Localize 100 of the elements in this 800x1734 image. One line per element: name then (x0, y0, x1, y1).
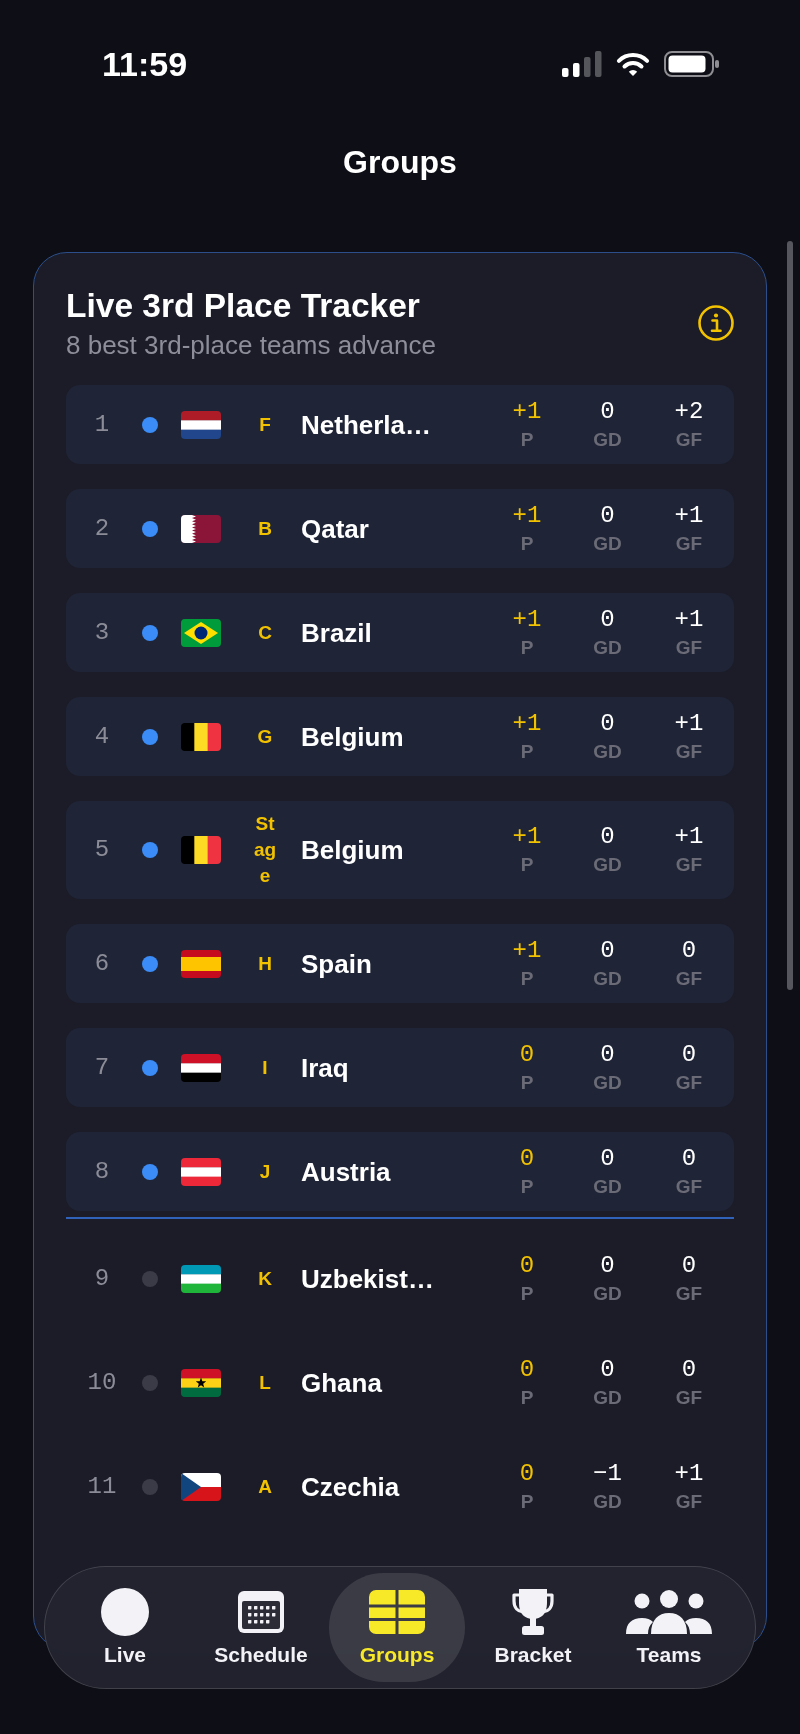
flag-icon (181, 1472, 221, 1501)
group-label: Stage (253, 812, 277, 888)
stat-value: 0 (681, 1145, 697, 1172)
stat-value: 0 (519, 1145, 535, 1172)
nav-tab[interactable]: Live (57, 1573, 193, 1682)
stat-value: 0 (519, 1356, 535, 1383)
flag-icon (181, 949, 221, 978)
stat-value: 0 (600, 398, 615, 425)
stat-value: 0 (519, 1252, 535, 1279)
stat-label: P (520, 636, 534, 659)
stat-label: GF (675, 1071, 703, 1094)
card-subtitle: 8 best 3rd-place teams advance (66, 330, 436, 360)
people-icon (625, 1590, 713, 1634)
stat-label: P (520, 428, 534, 451)
card-title: Live 3rd Place Tracker (66, 286, 420, 325)
stat-label: GF (675, 740, 703, 763)
info-icon[interactable] (698, 305, 734, 341)
stat-label: GD (593, 1490, 622, 1513)
rank-number: 9 (94, 1264, 110, 1293)
stat-value: 0 (600, 1252, 615, 1279)
trophy-icon (510, 1588, 556, 1636)
rank-number: 4 (94, 722, 110, 751)
group-label: G (257, 724, 273, 749)
group-label: L (259, 1370, 271, 1395)
nav-tab[interactable]: Bracket (465, 1573, 601, 1682)
stat-value: +1 (512, 398, 542, 425)
stat-value: +1 (674, 710, 704, 737)
flag-icon (181, 1053, 221, 1082)
stat-label: GD (593, 967, 622, 990)
stat-label: P (520, 1490, 534, 1513)
team-name: Ghana (301, 1366, 382, 1399)
group-label: I (262, 1055, 268, 1080)
flag-icon (181, 1264, 221, 1293)
grid-icon (369, 1590, 425, 1634)
team-name: Spain (301, 947, 372, 980)
rank-number: 2 (94, 514, 110, 543)
group-label: C (258, 620, 272, 645)
flag-icon (181, 410, 221, 439)
stat-label: GF (675, 1490, 703, 1513)
team-name: Netherla… (301, 408, 432, 441)
stat-value: +1 (674, 1460, 704, 1487)
group-label: A (258, 1474, 272, 1499)
stat-value: +1 (512, 937, 542, 964)
stat-value: +1 (674, 502, 704, 529)
stat-label: GF (675, 854, 703, 876)
stat-value: +2 (674, 398, 704, 425)
stat-label: GD (593, 428, 622, 451)
stat-value: 0 (600, 937, 615, 964)
flag-icon (181, 618, 221, 647)
rank-number: 3 (94, 618, 110, 647)
stat-label: P (520, 967, 534, 990)
group-label: F (259, 412, 271, 437)
stat-value: 0 (681, 1252, 697, 1279)
stat-label: P (520, 740, 534, 763)
stat-label: GD (593, 1386, 622, 1409)
nav-tab[interactable]: Groups (329, 1573, 465, 1682)
stat-label: GF (675, 428, 703, 451)
stat-value: 0 (600, 502, 615, 529)
stat-label: P (520, 854, 534, 876)
page-title: Groups (343, 143, 457, 182)
stat-label: GD (593, 636, 622, 659)
stat-label: GD (593, 1175, 622, 1198)
stat-label: GD (593, 1071, 622, 1094)
stat-label: GF (675, 1175, 703, 1198)
stat-label: P (520, 1071, 534, 1094)
team-name: Belgium (301, 720, 404, 753)
group-label: K (258, 1266, 272, 1291)
stat-value: 0 (600, 1356, 615, 1383)
group-label: H (258, 951, 272, 976)
stat-value: +1 (674, 606, 704, 633)
team-name: Qatar (301, 512, 369, 545)
stat-value: 0 (681, 1356, 697, 1383)
rank-number: 5 (94, 836, 110, 864)
rank-number: 6 (94, 949, 110, 978)
team-name: Uzbekist… (301, 1262, 434, 1295)
flag-icon (181, 836, 221, 864)
flag-icon (181, 722, 221, 751)
battery-icon (664, 51, 720, 77)
stat-value: 0 (600, 1041, 615, 1068)
stat-value: +1 (512, 824, 542, 850)
status-time: 11:59 (102, 44, 188, 84)
stat-label: GF (675, 967, 703, 990)
nav-tab[interactable]: Schedule (193, 1573, 329, 1682)
stat-value: 0 (519, 1041, 535, 1068)
flag-icon (181, 1157, 221, 1186)
calendar-icon (237, 1590, 285, 1634)
stat-label: P (520, 1175, 534, 1198)
team-name: Brazil (301, 616, 372, 649)
stat-label: P (520, 1282, 534, 1305)
nav-tab[interactable]: Teams (601, 1573, 737, 1682)
rank-number: 1 (94, 410, 110, 439)
flag-icon (181, 514, 221, 543)
stat-label: GD (593, 854, 622, 876)
stat-value: 0 (681, 1041, 697, 1068)
team-name: Belgium (301, 834, 404, 866)
stat-label: GF (675, 636, 703, 659)
rank-number: 8 (94, 1157, 110, 1186)
team-name: Iraq (301, 1051, 349, 1084)
stat-value: +1 (674, 824, 704, 850)
rank-number: 10 (87, 1368, 117, 1397)
